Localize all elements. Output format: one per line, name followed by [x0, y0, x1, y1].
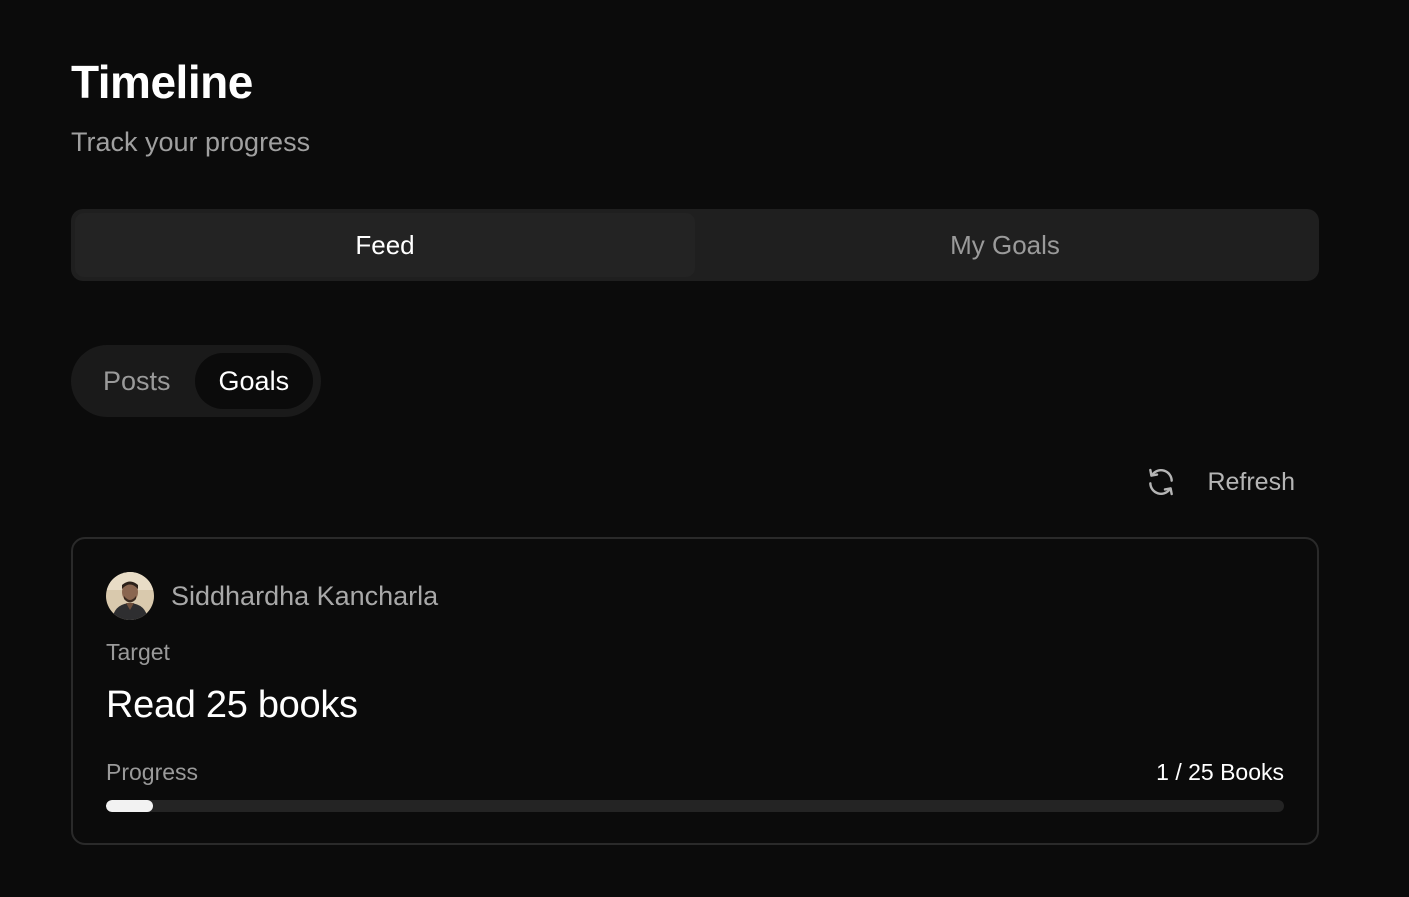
refresh-label: Refresh	[1207, 467, 1295, 496]
sub-tab-bar: Posts Goals	[71, 345, 322, 417]
user-name[interactable]: Siddhardha Kancharla	[171, 579, 438, 613]
tab-posts[interactable]: Posts	[79, 353, 195, 409]
progress-bar-fill	[106, 800, 154, 812]
avatar[interactable]	[106, 572, 154, 620]
refresh-button[interactable]: Refresh	[1145, 460, 1295, 504]
refresh-icon	[1145, 466, 1177, 498]
tab-my-goals[interactable]: My Goals	[695, 213, 1315, 277]
tab-goals[interactable]: Goals	[194, 353, 314, 409]
tab-feed[interactable]: Feed	[75, 213, 695, 277]
page-title: Timeline	[71, 56, 253, 108]
goal-card[interactable]: Siddhardha Kancharla Target Read 25 book…	[71, 537, 1319, 845]
progress-bar	[106, 800, 1284, 812]
goal-title: Read 25 books	[106, 684, 358, 726]
page-subtitle: Track your progress	[71, 127, 311, 157]
timeline-page: Timeline Track your progress Feed My Goa…	[0, 0, 1409, 897]
main-tab-bar: Feed My Goals	[71, 209, 1319, 281]
target-label: Target	[106, 639, 170, 665]
progress-count: 1 / 25 Books	[1156, 759, 1284, 785]
progress-label: Progress	[106, 759, 199, 785]
